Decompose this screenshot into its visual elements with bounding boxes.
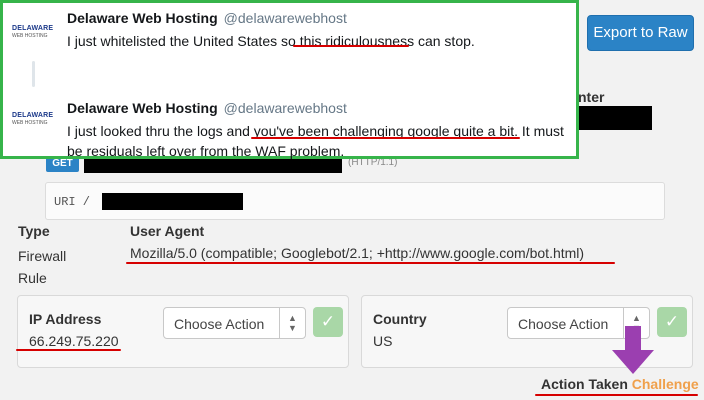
author-name[interactable]: Delaware Web Hosting <box>67 100 218 116</box>
country-value: US <box>373 333 393 349</box>
user-agent-value: Mozilla/5.0 (compatible; Googlebot/2.1; … <box>130 245 585 261</box>
ip-address-underline <box>16 349 121 351</box>
type-value: Firewall Rule <box>18 248 67 286</box>
thread-connector <box>32 61 35 87</box>
updown-arrows-icon: ▲▼ <box>279 308 305 338</box>
tweet2-highlight-underline <box>251 137 520 139</box>
action-taken-underline <box>535 394 698 396</box>
ip-address-card: IP Address 66.249.75.220 Choose Action ▲… <box>17 295 349 368</box>
check-icon: ✓ <box>664 312 680 331</box>
tweet1-highlight-underline <box>293 45 409 47</box>
type-label: Type <box>18 223 50 239</box>
action-taken-value: Challenge <box>631 376 699 392</box>
avatar: DELAWARE WEB HOSTING <box>12 111 54 133</box>
ip-address-label: IP Address <box>29 311 102 327</box>
author-name[interactable]: Delaware Web Hosting <box>67 10 218 26</box>
tweet-text-part: I just looked thru the logs and <box>67 123 254 139</box>
action-taken: Action Taken Challenge <box>541 376 699 392</box>
user-agent-label: User Agent <box>130 223 205 239</box>
tweet-text: I just looked thru the logs and you've b… <box>67 121 572 161</box>
export-to-raw-button[interactable]: Export to Raw <box>587 15 694 51</box>
redacted-uri <box>102 193 243 210</box>
ip-choose-action-select[interactable]: Choose Action ▲ ▼ <box>163 307 306 339</box>
user-agent-underline <box>126 262 615 264</box>
redacted-datacenter <box>578 106 652 130</box>
avatar-logo-text: DELAWARE <box>12 112 54 119</box>
avatar-logo-subtext: WEB HOSTING <box>12 33 48 39</box>
country-label: Country <box>373 311 427 327</box>
author-handle[interactable]: @delawarewebhost <box>224 100 347 116</box>
avatar-logo-text: DELAWARE <box>12 25 54 32</box>
tweet-text-part: I just whitelisted the United States so <box>67 33 300 49</box>
datacenter-label: nter <box>578 89 605 105</box>
ip-confirm-check-button[interactable]: ✓ <box>313 307 343 337</box>
country-select-value: Choose Action <box>518 316 609 332</box>
tweet-text-part: can stop. <box>414 33 475 49</box>
avatar: DELAWARE WEB HOSTING <box>12 24 54 46</box>
tweet-author[interactable]: Delaware Web Hosting @delawarewebhost <box>67 10 347 26</box>
uri-label: URI / <box>54 195 91 209</box>
avatar-logo-subtext: WEB HOSTING <box>12 120 48 126</box>
check-icon: ✓ <box>320 312 336 331</box>
down-arrow-icon <box>612 326 654 374</box>
ip-address-value: 66.249.75.220 <box>29 333 119 349</box>
tweet-text: I just whitelisted the United States so … <box>67 31 572 51</box>
author-handle[interactable]: @delawarewebhost <box>224 10 347 26</box>
country-confirm-check-button[interactable]: ✓ <box>657 307 687 337</box>
action-taken-label: Action Taken <box>541 376 628 392</box>
tweet-author[interactable]: Delaware Web Hosting @delawarewebhost <box>67 100 347 116</box>
ip-select-value: Choose Action <box>174 316 265 332</box>
tweet-screenshot-overlay: DELAWARE WEB HOSTING Delaware Web Hostin… <box>0 0 579 159</box>
